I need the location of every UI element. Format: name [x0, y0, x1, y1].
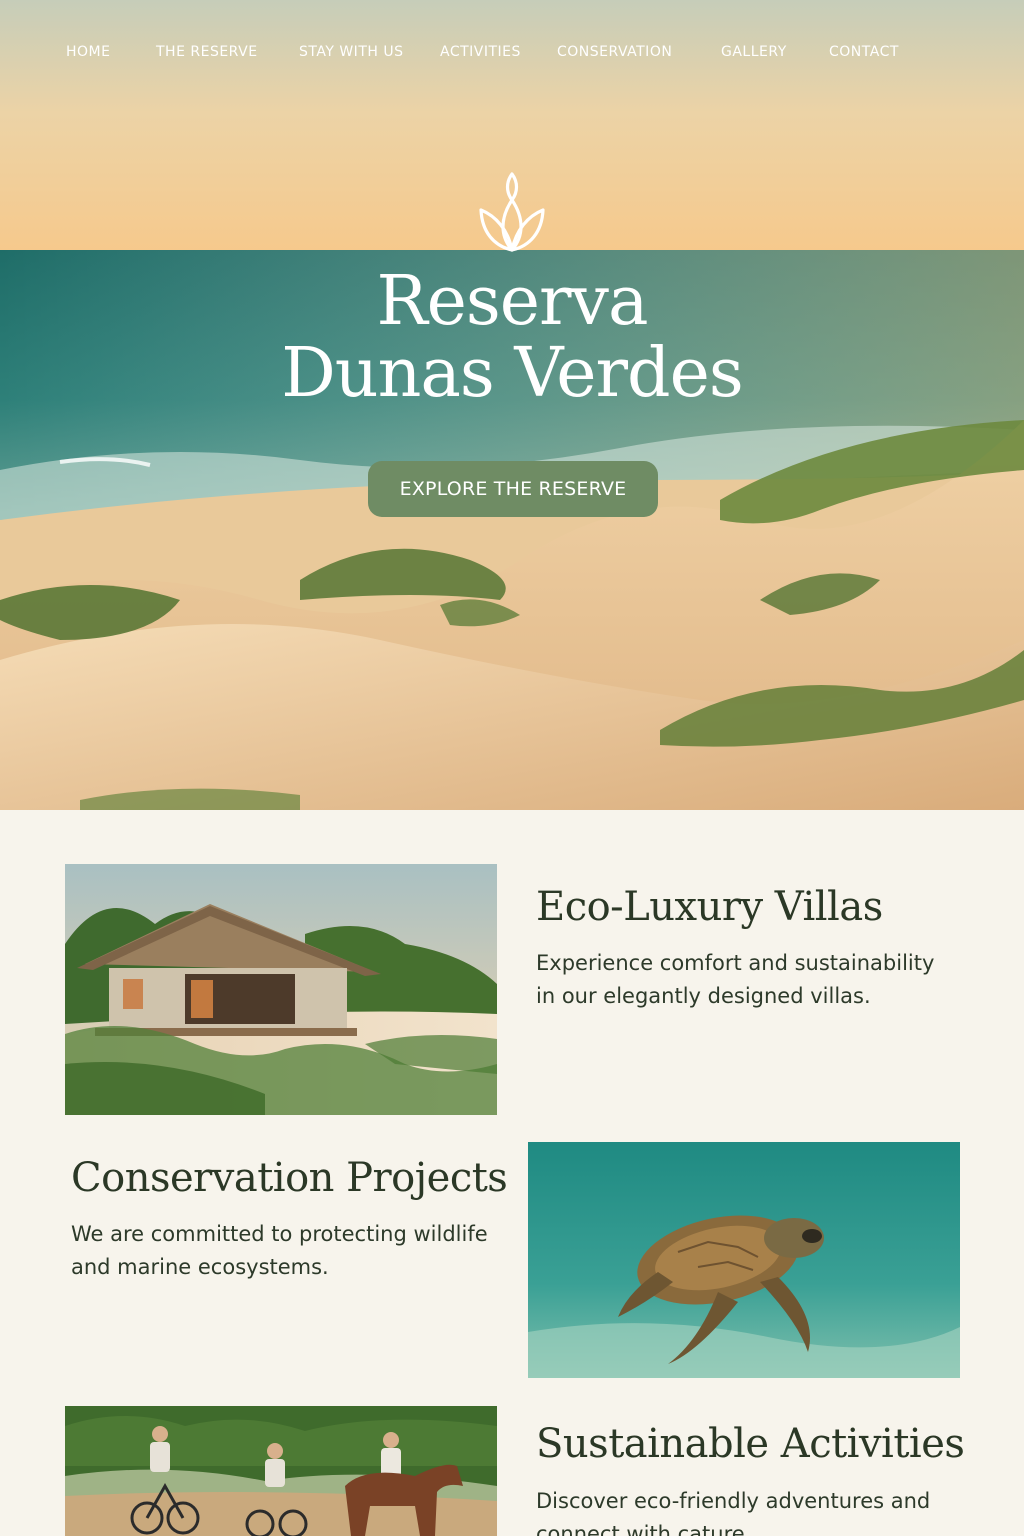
leaf-icon	[479, 172, 545, 252]
feature-title-activities: Sustainable Activities	[536, 1421, 965, 1467]
villa-image	[65, 864, 497, 1115]
hero-title-line-1: Reserva	[376, 262, 648, 341]
hero-title-line-2: Dunas Verdes	[281, 334, 743, 413]
feature-text-activities: Discover eco-friendly adventures and con…	[536, 1489, 931, 1536]
feature-text-villas: Experience comfort and sustainability in…	[536, 951, 935, 1008]
nav-the-reserve[interactable]: THE RESERVE	[156, 44, 258, 60]
nav-home[interactable]: HOME	[66, 44, 110, 60]
hero-section: HOME THE RESERVE STAY WITH US ACTIVITIES…	[0, 0, 1024, 810]
nav-activities[interactable]: ACTIVITIES	[440, 44, 521, 60]
hero-title: Reserva Dunas Verdes	[0, 266, 1024, 410]
nav-gallery[interactable]: GALLERY	[721, 44, 787, 60]
activities-image	[65, 1406, 497, 1536]
main-navigation: HOME THE RESERVE STAY WITH US ACTIVITIES…	[0, 44, 1024, 68]
sea-turtle-image	[528, 1142, 960, 1378]
nav-stay-with-us[interactable]: STAY WITH US	[299, 44, 403, 60]
feature-title-conservation: Conservation Projects	[71, 1155, 508, 1201]
explore-reserve-button[interactable]: EXPLORE THE RESERVE	[368, 461, 658, 517]
feature-text-conservation: We are committed to protecting wildlife …	[71, 1222, 488, 1279]
feature-title-villas: Eco-Luxury Villas	[536, 884, 883, 930]
nav-conservation[interactable]: CONSERVATION	[557, 44, 672, 60]
nav-contact[interactable]: CONTACT	[829, 44, 899, 60]
